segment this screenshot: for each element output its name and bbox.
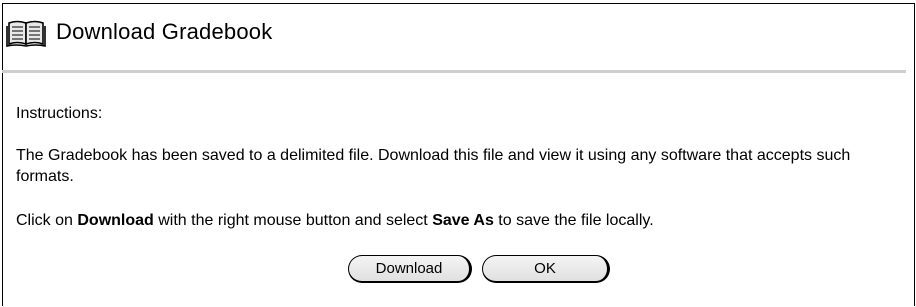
instructions-label: Instructions: <box>16 105 103 122</box>
ok-button[interactable]: OK <box>482 255 610 283</box>
book-icon <box>6 17 46 47</box>
download-button[interactable]: Download <box>348 255 472 283</box>
instructions-paragraph: The Gradebook has been saved to a delimi… <box>16 147 851 185</box>
hint-text-3: to save the file locally. <box>493 212 654 229</box>
page-header: Download Gradebook <box>6 14 272 50</box>
hint-download-word: Download <box>77 212 154 229</box>
hint-text-1: Click on <box>16 212 78 229</box>
header-divider <box>2 70 906 73</box>
hint-text-2: with the right mouse button and select <box>153 212 433 229</box>
download-hint: Click on Download with the right mouse b… <box>16 210 654 231</box>
page-title: Download Gradebook <box>56 19 273 44</box>
hint-save-as-word: Save As <box>432 212 494 229</box>
